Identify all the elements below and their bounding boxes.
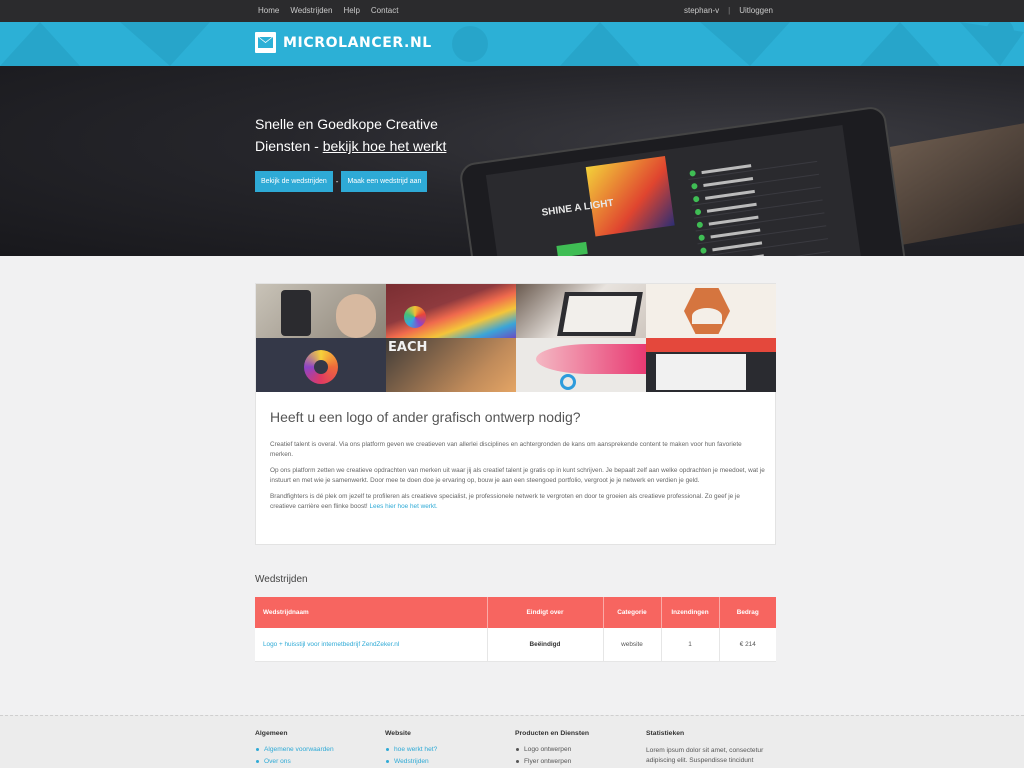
card-heading: Heeft u een logo of ander grafisch ontwe… [270, 409, 581, 425]
table-row[interactable]: Logo + huisstijl voor internetbedrijf Ze… [255, 628, 776, 662]
nav-home[interactable]: Home [258, 6, 279, 15]
tablet-image: SHINE A LIGHT [458, 105, 912, 256]
play-button-art [556, 241, 588, 256]
user-menu: stephan-v | Uitloggen [684, 6, 773, 15]
card-text: Creatief talent is overal. Via ons platf… [270, 440, 765, 518]
hero-banner: SHINE A LIGHT Snelle en Goedkope Creativ… [0, 66, 1024, 256]
paragraph-2: Op ons platform zetten we creatieve opdr… [270, 467, 765, 484]
competitions-heading: Wedstrijden [255, 574, 308, 585]
footer-col-title: Algemeen [255, 730, 288, 737]
tracklist [686, 150, 830, 256]
hero-heading: Snelle en Goedkope Creative Diensten - b… [255, 113, 485, 157]
site-logo[interactable]: MICROLANCER.NL [255, 32, 432, 53]
logo-text: MICROLANCER.NL [283, 34, 432, 51]
competition-amount: € 214 [719, 628, 776, 662]
main-menu: Home Wedstrijden Help Contact [258, 6, 409, 15]
competition-name-link[interactable]: Logo + huisstijl voor internetbedrijf Ze… [255, 628, 488, 662]
footer-link-terms[interactable]: Algemene voorwaarden [255, 746, 334, 753]
footer-col-title: Producten en Diensten [515, 730, 590, 737]
gallery-image-laptop[interactable] [516, 284, 647, 338]
footer-col-products: Producten en Diensten Logo ontwerpen Fly… [515, 730, 589, 768]
button-separator: - [335, 177, 339, 186]
competition-entries: 1 [661, 628, 720, 662]
top-navigation: Home Wedstrijden Help Contact stephan-v … [0, 0, 1024, 22]
footer-col-title: Website [385, 730, 411, 737]
hero-line-1: Snelle en Goedkope Creative [255, 116, 438, 132]
competitions-table: Wedstrijdnaam Eindigt over Categorie Inz… [255, 597, 776, 662]
paragraph-1: Creatief talent is overal. Via ons platf… [270, 441, 742, 458]
design-gallery: EACH [256, 284, 777, 392]
background-pattern [0, 22, 1024, 66]
album-art [585, 156, 675, 237]
nav-wedstrijden[interactable]: Wedstrijden [290, 6, 332, 15]
col-ends[interactable]: Eindigt over [487, 597, 604, 628]
competition-category: website [603, 628, 662, 662]
col-category[interactable]: Categorie [603, 597, 662, 628]
footer-col-website: Website hoe werkt het? Wedstrijden [385, 730, 437, 768]
create-competition-button[interactable]: Maak een wedstrijd aan [341, 171, 428, 192]
nav-help[interactable]: Help [343, 6, 359, 15]
footer-item-flyer: Flyer ontwerpen [515, 758, 589, 765]
gallery-image-colorful-logo[interactable] [256, 338, 387, 392]
gallery-image-badge-logo[interactable] [646, 284, 777, 338]
how-it-works-link[interactable]: bekijk hoe het werkt [323, 138, 447, 154]
username-link[interactable]: stephan-v [684, 6, 719, 15]
gallery-image-brochure[interactable] [516, 338, 647, 392]
envelope-icon [255, 32, 276, 53]
tablet-screen: SHINE A LIGHT [485, 125, 865, 256]
brand-bar: MICROLANCER.NL [0, 22, 1024, 66]
view-competitions-button[interactable]: Bekijk de wedstrijden [255, 171, 333, 192]
footer-item-logo: Logo ontwerpen [515, 746, 589, 753]
col-entries[interactable]: Inzendingen [661, 597, 720, 628]
table-header-row: Wedstrijdnaam Eindigt over Categorie Inz… [255, 597, 776, 628]
nav-separator: | [728, 6, 731, 15]
competition-status: Beëindigd [487, 628, 604, 662]
footer-col-stats: Statistieken Lorem ipsum dolor sit amet,… [646, 730, 776, 766]
gallery-image-phone[interactable] [256, 284, 387, 338]
footer-col-title: Statistieken [646, 730, 685, 737]
gallery-image-dashboard[interactable] [646, 338, 777, 392]
paragraph-3: Brandfighters is dé plek om jezelf te pr… [270, 492, 765, 512]
hero-line-2: Diensten - bekijk hoe het werkt [255, 135, 485, 157]
footer-stats-text: Lorem ipsum dolor sit amet, consectetur … [646, 747, 764, 764]
footer-link-competitions[interactable]: Wedstrijden [385, 758, 437, 765]
hero-line-2-prefix: Diensten - [255, 138, 323, 154]
logout-link[interactable]: Uitloggen [739, 6, 773, 15]
paragraph-3-text: Brandfighters is dé plek om jezelf te pr… [270, 493, 740, 510]
footer-link-how-it-works[interactable]: hoe werkt het? [385, 746, 437, 753]
hero-actions: Bekijk de wedstrijden - Maak een wedstri… [255, 171, 428, 192]
footer-col-general: Algemeen Algemene voorwaarden Over ons [255, 730, 334, 768]
gallery-image-business-cards[interactable] [386, 284, 517, 338]
info-card: EACH Heeft u een logo of ander grafisch … [255, 283, 777, 545]
footer-link-about[interactable]: Over ons [255, 758, 334, 765]
nav-contact[interactable]: Contact [371, 6, 399, 15]
site-footer: Algemeen Algemene voorwaarden Over ons W… [0, 715, 1024, 768]
gallery-image-each-poster[interactable]: EACH [386, 338, 517, 392]
col-name[interactable]: Wedstrijdnaam [255, 597, 488, 628]
col-amount[interactable]: Bedrag [719, 597, 776, 628]
read-more-link[interactable]: Lees hier hoe het werkt. [369, 503, 437, 510]
